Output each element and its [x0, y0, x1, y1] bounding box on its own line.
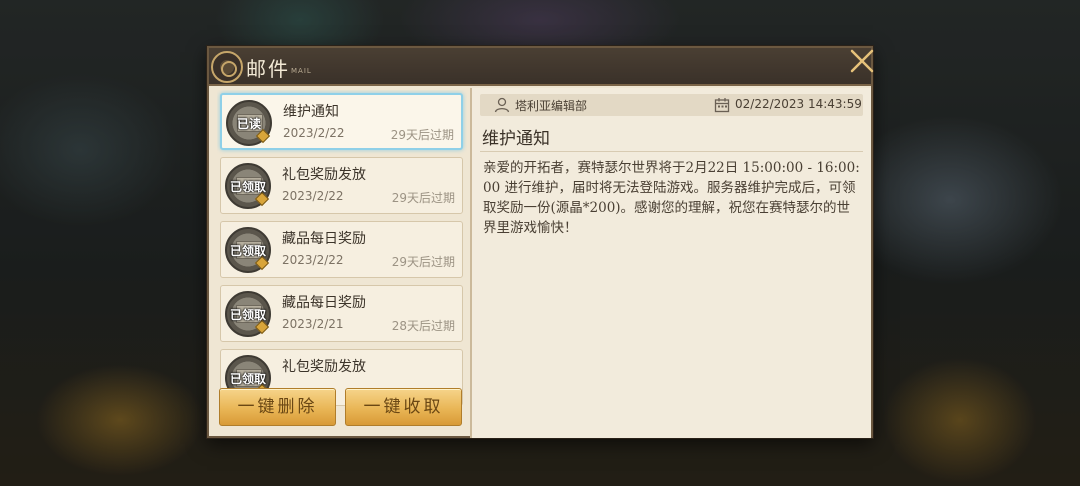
mail-detail-panel: 塔利亚编辑部 02/22/2023 14:43:59 维护通知 亲爱的开拓者，赛… [472, 88, 871, 438]
mail-sender: 塔利亚编辑部 [515, 99, 588, 113]
status-stamp: 已领取 [229, 180, 266, 194]
mail-list-item[interactable]: 已领取 藏品每日奖励 2023/2/21 28天后过期 [220, 285, 463, 342]
mail-expire: 29天后过期 [391, 255, 455, 269]
delete-all-button[interactable]: 一键删除 [219, 388, 336, 426]
mail-list-item[interactable]: 已领取 礼包奖励发放 2023/2/22 29天后过期 [220, 157, 463, 214]
mail-list[interactable]: 已读 维护通知 2023/2/22 29天后过期 已领取 礼包奖励发放 2023… [217, 90, 467, 430]
mail-expire: 29天后过期 [391, 191, 455, 205]
close-button[interactable] [847, 46, 877, 76]
mail-title: 藏品每日奖励 [282, 295, 366, 311]
mail-meta-bar: 塔利亚编辑部 02/22/2023 14:43:59 [480, 94, 863, 116]
envelope-icon: 已领取 [225, 163, 271, 209]
status-stamp: 已领取 [229, 372, 266, 386]
mail-expire: 28天后过期 [391, 319, 455, 333]
mail-detail-title: 维护通知 [482, 129, 550, 149]
collect-all-button[interactable]: 一键收取 [345, 388, 462, 426]
mail-title: 礼包奖励发放 [282, 359, 366, 375]
envelope-icon: 已领取 [225, 227, 271, 273]
mail-list-item[interactable]: 已领取 藏品每日奖励 2023/2/22 29天后过期 [220, 221, 463, 278]
heading-divider [480, 151, 863, 152]
window-subtitle: MAIL [291, 67, 312, 75]
envelope-icon: 已领取 [225, 291, 271, 337]
mail-emblem-icon [211, 51, 243, 83]
mail-date: 2023/2/22 [283, 126, 345, 140]
user-icon [494, 97, 510, 113]
mail-list-item[interactable]: 已读 维护通知 2023/2/22 29天后过期 [220, 93, 463, 150]
envelope-icon: 已读 [226, 100, 272, 146]
close-icon [850, 49, 874, 73]
status-stamp: 已领取 [229, 308, 266, 322]
status-stamp: 已读 [236, 117, 261, 131]
window-title: 邮件 [246, 57, 290, 81]
mail-date: 2023/2/21 [282, 317, 344, 331]
status-stamp: 已领取 [229, 244, 266, 258]
mail-title: 维护通知 [283, 104, 339, 120]
mail-timestamp: 02/22/2023 14:43:59 [735, 97, 862, 111]
calendar-icon [714, 98, 730, 113]
mail-title: 礼包奖励发放 [282, 167, 366, 183]
mail-date: 2023/2/22 [282, 189, 344, 203]
mail-title: 藏品每日奖励 [282, 231, 366, 247]
mail-window: 邮件 MAIL 已读 维护通知 2023/2/22 29天后过期 已领取 礼包奖… [207, 46, 874, 438]
mail-expire: 29天后过期 [390, 128, 454, 142]
title-bar: 邮件 MAIL [209, 48, 871, 86]
mail-date: 2023/2/22 [282, 253, 344, 267]
mail-body: 亲爱的开拓者，赛特瑟尔世界将于2月22日 15:00:00 - 16:00:00… [483, 160, 860, 236]
